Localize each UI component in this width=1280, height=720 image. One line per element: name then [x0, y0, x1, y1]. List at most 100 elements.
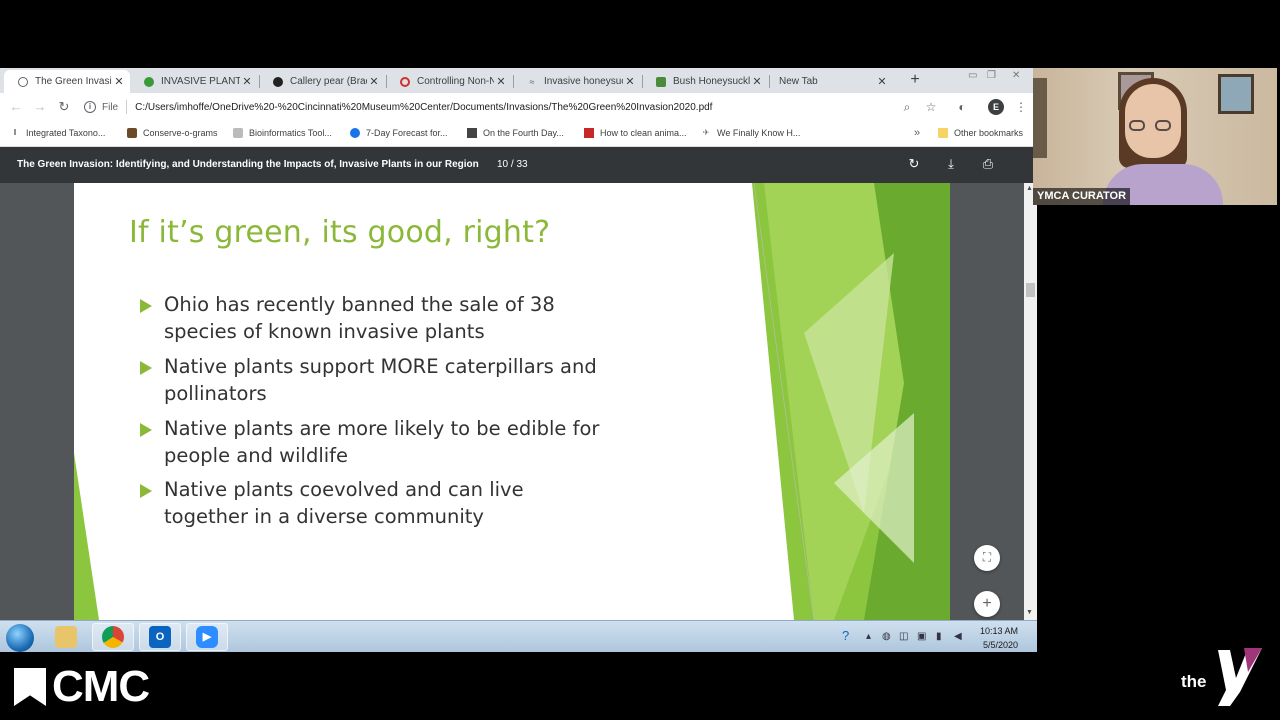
chevron-double-right-icon[interactable]: »: [914, 127, 920, 139]
tab-title: The Green Invasion: [35, 76, 112, 87]
clock-date[interactable]: 5/5/2020: [983, 640, 1018, 650]
tab-the-green-invasion[interactable]: The Green Invasion ✕: [4, 70, 130, 93]
print-icon[interactable]: ⎙: [980, 156, 996, 172]
tray-app-icon[interactable]: ◫: [899, 631, 908, 642]
volume-icon[interactable]: ◀: [954, 631, 962, 642]
profile-avatar[interactable]: E: [988, 99, 1004, 115]
bullet-arrow-icon: [140, 361, 152, 375]
explorer-taskbar-button[interactable]: [45, 623, 87, 651]
minimize-icon[interactable]: ▭: [968, 70, 977, 81]
back-arrow-icon[interactable]: ←: [8, 99, 24, 114]
menu-kebab-icon[interactable]: ⋮: [1014, 100, 1028, 114]
chrome-window: The Green Invasion ✕ INVASIVE PLANTS ✕ C…: [0, 68, 1037, 652]
outlook-taskbar-button[interactable]: O: [139, 623, 181, 651]
bullet-arrow-icon: [140, 299, 152, 313]
close-icon[interactable]: ✕: [875, 75, 889, 88]
scroll-down-icon[interactable]: ▼: [1026, 609, 1033, 616]
extension-icon[interactable]: ◐: [955, 100, 969, 114]
tab-callery-pear[interactable]: Callery pear (Bradfo ✕: [259, 70, 385, 93]
bookmark-star-icon[interactable]: ☆: [924, 100, 938, 114]
chrome-icon: [102, 626, 124, 648]
leaf-icon: [656, 76, 666, 87]
tray-app-icon[interactable]: ◍: [882, 631, 891, 642]
close-icon[interactable]: ✕: [367, 75, 381, 88]
tab-title: Bush Honeysuckle: [673, 76, 750, 87]
scroll-thumb[interactable]: [1026, 283, 1035, 297]
tab-new-tab[interactable]: New Tab ✕: [765, 70, 893, 93]
bookmark-item[interactable]: Conserve-o-grams: [127, 128, 218, 138]
chrome-taskbar-button[interactable]: [92, 623, 134, 651]
nps-arrowhead-icon: [127, 128, 137, 138]
scroll-up-icon[interactable]: ▲: [1026, 185, 1033, 192]
bookmark-item[interactable]: I Integrated Taxono...: [10, 128, 106, 138]
cmc-wordmark: CMC: [52, 662, 150, 711]
tab-title: New Tab: [779, 76, 818, 87]
bookmark-label: On the Fourth Day...: [483, 128, 564, 138]
bookmark-label: Other bookmarks: [954, 128, 1024, 138]
page-indicator: 10 / 33: [497, 159, 528, 170]
browser-toolbar: ← → ↻ i File C:/Users/imhoffe/OneDrive%2…: [0, 93, 1037, 121]
bookmark-item[interactable]: 7-Day Forecast for...: [350, 128, 448, 138]
tray-app-icon[interactable]: ▣: [917, 631, 926, 642]
clock-time[interactable]: 10:13 AM: [980, 626, 1018, 636]
close-icon[interactable]: ✕: [623, 75, 637, 88]
bullet-item: Ohio has recently banned the sale of 38 …: [140, 292, 555, 345]
vertical-scrollbar[interactable]: ▲ ▼: [1024, 183, 1037, 620]
network-icon[interactable]: ▮: [936, 631, 942, 642]
download-icon[interactable]: ⤓: [943, 156, 959, 172]
close-icon[interactable]: ✕: [112, 75, 126, 88]
site-favicon-icon: [273, 76, 283, 87]
address-bar[interactable]: i File C:/Users/imhoffe/OneDrive%20-%20C…: [84, 96, 939, 118]
bullet-arrow-icon: [140, 423, 152, 437]
close-icon[interactable]: ✕: [750, 75, 764, 88]
bullet-item: Native plants are more likely to be edib…: [140, 416, 599, 469]
opera-icon: [400, 76, 410, 87]
bookmark-item[interactable]: On the Fourth Day...: [467, 128, 564, 138]
maximize-icon[interactable]: ❐: [987, 70, 996, 81]
url-text[interactable]: C:/Users/imhoffe/OneDrive%20-%20Cincinna…: [135, 102, 712, 113]
new-tab-plus-icon[interactable]: +: [907, 72, 923, 88]
tab-invasive-honeysuckle[interactable]: ≈ Invasive honeysuck ✕: [513, 70, 641, 93]
bookmark-item[interactable]: ✈ We Finally Know H...: [701, 128, 801, 138]
bullet-item: Native plants coevolved and can live tog…: [140, 477, 524, 530]
start-button-icon[interactable]: [6, 624, 34, 652]
help-icon[interactable]: ?: [842, 628, 849, 643]
site-favicon-icon: [144, 76, 154, 87]
reload-icon[interactable]: ↻: [56, 99, 72, 115]
file-scheme-label: File: [102, 101, 119, 113]
bookmarks-bar: I Integrated Taxono... Conserve-o-grams …: [0, 121, 1037, 147]
tab-controlling-non-native[interactable]: Controlling Non-N ✕: [386, 70, 512, 93]
slide-page: If it’s green, its good, right? Ohio has…: [74, 183, 950, 620]
bullet-line: Native plants coevolved and can live: [164, 478, 524, 501]
zoom-magnifier-icon[interactable]: ⌕: [900, 100, 914, 115]
bookmark-label: Bioinformatics Tool...: [249, 128, 332, 138]
bullet-text: Native plants support MORE caterpillars …: [164, 354, 597, 407]
info-icon[interactable]: i: [84, 101, 96, 113]
cmc-logo: CMC: [14, 662, 150, 711]
show-hidden-icons-icon[interactable]: ▴: [866, 631, 871, 642]
folder-icon: [938, 128, 948, 138]
zoom-taskbar-button[interactable]: ▶: [186, 623, 228, 651]
wall-picture: [1218, 74, 1254, 114]
bullet-line: together in a diverse community: [164, 504, 484, 528]
webcam-video: YMCA CURATOR: [1033, 68, 1277, 205]
window-close-icon[interactable]: ✕: [1012, 70, 1020, 81]
forward-arrow-icon[interactable]: →: [32, 99, 48, 114]
bullet-text: Native plants are more likely to be edib…: [164, 416, 599, 469]
other-bookmarks[interactable]: Other bookmarks: [938, 128, 1023, 138]
tab-bush-honeysuckle[interactable]: Bush Honeysuckle ✕: [642, 70, 768, 93]
rotate-icon[interactable]: ↻: [906, 156, 922, 172]
zoom-in-icon[interactable]: +: [974, 591, 1000, 617]
tab-invasive-plants[interactable]: INVASIVE PLANTS ✕: [130, 70, 258, 93]
bookmark-item[interactable]: Bioinformatics Tool...: [233, 128, 332, 138]
site-favicon-icon: ≈: [529, 76, 535, 87]
zoom-camera-icon: ▶: [196, 626, 218, 648]
bookmark-flag-icon: [14, 668, 46, 706]
fit-to-page-icon[interactable]: ⛶: [974, 545, 1000, 571]
bookmark-item[interactable]: How to clean anima...: [584, 128, 687, 138]
close-icon[interactable]: ✕: [494, 75, 508, 88]
close-icon[interactable]: ✕: [240, 75, 254, 88]
folder-icon: [55, 626, 77, 648]
weather-icon: [350, 128, 360, 138]
pdf-viewport[interactable]: If it’s green, its good, right? Ohio has…: [0, 183, 1024, 620]
